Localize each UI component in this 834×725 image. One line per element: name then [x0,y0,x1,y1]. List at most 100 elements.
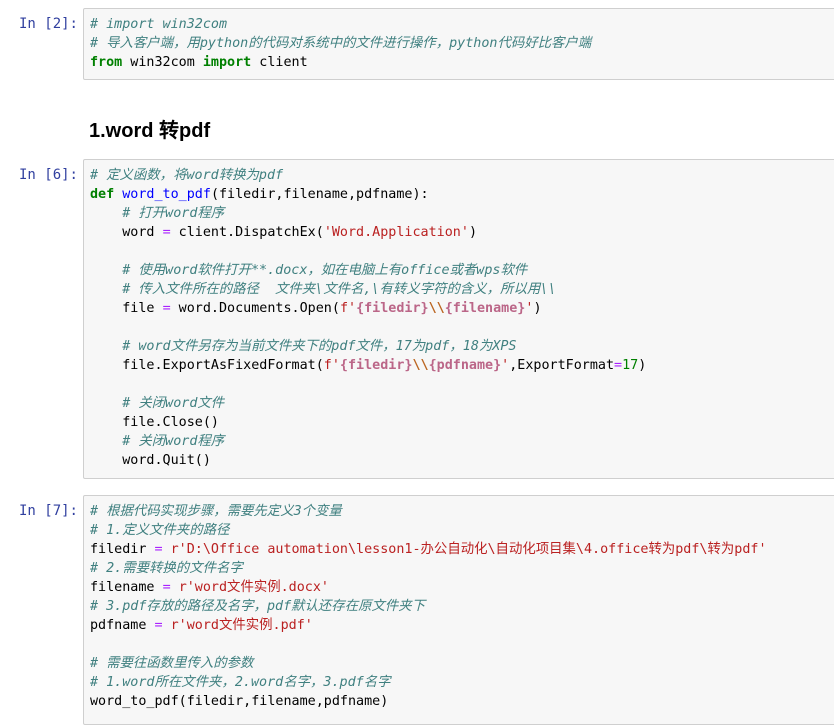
code-line: pdfname = r'word文件实例.pdf' [90,616,834,635]
cell-prompt: In [6]: [18,167,78,183]
code-line: # 2.需要转换的文件名字 [90,559,834,578]
code-comment: # 导入客户端，用python的代码对系统中的文件进行操作，python代码好比… [90,36,592,51]
code-line: word = client.DispatchEx('Word.Applicati… [90,223,834,242]
code-cell[interactable]: # 定义函数，将word转换为pdf def word_to_pdf(filedi… [83,159,834,479]
code-comment: # word文件另存为当前文件夹下的pdf文件，17为pdf，18为XPS [122,339,517,354]
code-comment: # 1.word所在文件夹，2.word名字，3.pdf名字 [90,675,391,690]
code-comment: # import win32com [90,17,228,32]
code-operator: = [162,580,171,595]
code-line: # 传入文件所在的路径 文件夹\文件名,\有转义字符的含义，所以用\\ [90,280,834,299]
code-string: f' [323,358,340,373]
code-text: file [90,301,163,316]
code-comment: # 定义函数，将word转换为pdf [90,168,284,183]
code-comment: # 使用word软件打开**.docx，如在电脑上有office或者wps软件 [122,263,528,278]
code-editor[interactable]: # 根据代码实现步骤，需要先定义3个变量 # 1.定义文件夹的路径 filedir … [84,496,834,711]
code-line: from win32com import client [90,53,834,72]
code-line: # 关闭word程序 [90,432,834,451]
code-line: # 使用word软件打开**.docx，如在电脑上有office或者wps软件 [90,261,834,280]
code-interpolation: {filename} [444,301,526,316]
code-text: word_to_pdf(filedir,filename,pdfname) [90,694,389,709]
code-line: # 需要往函数里传入的参数 [90,654,834,673]
code-comment: # 2.需要转换的文件名字 [90,561,243,576]
code-line: filename = r'word文件实例.docx' [90,578,834,597]
code-comment: # 关闭word程序 [122,434,225,449]
code-text: client.DispatchEx( [170,225,324,240]
code-line: filedir = r'D:\Office automation\lesson1… [90,540,834,559]
code-escape: \\ [428,301,445,316]
code-keyword: from [90,55,123,70]
code-comment: # 根据代码实现步骤，需要先定义3个变量 [90,504,342,519]
code-number: 17 [622,358,639,373]
code-line: # 定义函数，将word转换为pdf [90,166,834,185]
code-line: # 根据代码实现步骤，需要先定义3个变量 [90,502,834,521]
code-line: # 打开word程序 [90,204,834,223]
code-line: # 1.word所在文件夹，2.word名字，3.pdf名字 [90,673,834,692]
code-interpolation: {pdfname} [428,358,502,373]
code-line: file.ExportAsFixedFormat(f'{filedir}\\{p… [90,356,834,375]
code-string: f' [339,301,357,316]
cell-prompt: In [7]: [18,503,78,519]
code-text: file.Close() [90,415,219,430]
code-line: # 1.定义文件夹的路径 [90,521,834,540]
code-function-name: word_to_pdf [122,187,211,202]
code-comment: # 需要往函数里传入的参数 [90,656,254,671]
code-text: client [251,55,308,70]
code-line: # 关闭word文件 [90,394,834,413]
code-operator: = [154,618,163,633]
code-line: file.Close() [90,413,834,432]
code-text: ) [468,225,477,240]
code-line: def word_to_pdf(filedir,filename,pdfname… [90,185,834,204]
code-line: # 导入客户端，用python的代码对系统中的文件进行操作，python代码好比… [90,34,834,53]
code-line: # import win32com [90,15,834,34]
code-string: 'Word.Application' [323,225,469,240]
code-line: file = word.Documents.Open(f'{filedir}\\… [90,299,834,318]
code-string: r'D:\Office automation\lesson1-办公自动化\自动化… [170,542,767,557]
code-operator: = [614,358,623,373]
code-keyword: import [202,55,252,70]
code-string: r'word文件实例.docx' [178,580,329,595]
code-text: win32com [122,55,203,70]
code-line: word.Quit() [90,451,834,470]
code-text: pdfname [90,618,155,633]
code-text: ) [533,301,542,316]
code-editor[interactable]: # import win32com # 导入客户端，用python的代码对系统中的… [84,9,834,72]
code-text: word [90,225,163,240]
code-operator: = [162,225,171,240]
markdown-heading: 1.word 转pdf [89,120,211,142]
code-interpolation: {filedir} [356,301,429,316]
code-comment: # 打开word程序 [122,206,225,221]
code-operator: = [162,301,171,316]
code-text: file.ExportAsFixedFormat( [90,358,324,373]
code-comment: # 关闭word文件 [122,396,225,411]
code-text: ) [638,358,647,373]
code-text: filedir [90,542,155,557]
code-string: r'word文件实例.pdf' [170,618,313,633]
cell-prompt: In [2]: [18,16,78,32]
code-text: word.Quit() [90,453,211,468]
code-text: (filedir,filename,pdfname): [210,187,429,202]
code-cell[interactable]: # 根据代码实现步骤，需要先定义3个变量 # 1.定义文件夹的路径 filedir … [83,495,834,725]
code-comment: # 传入文件所在的路径 文件夹\文件名,\有转义字符的含义，所以用\\ [122,282,557,297]
code-text: filename [90,580,163,595]
code-line: # word文件另存为当前文件夹下的pdf文件，17为pdf，18为XPS [90,337,834,356]
code-line: # 3.pdf存放的路径及名字，pdf默认还存在原文件夹下 [90,597,834,616]
code-operator: = [154,542,163,557]
code-escape: \\ [412,358,429,373]
code-editor[interactable]: # 定义函数，将word转换为pdf def word_to_pdf(filedi… [84,160,834,470]
code-keyword: def [90,187,115,202]
code-line: word_to_pdf(filedir,filename,pdfname) [90,692,834,711]
code-cell[interactable]: # import win32com # 导入客户端，用python的代码对系统中的… [83,8,834,80]
code-comment: # 3.pdf存放的路径及名字，pdf默认还存在原文件夹下 [90,599,426,614]
